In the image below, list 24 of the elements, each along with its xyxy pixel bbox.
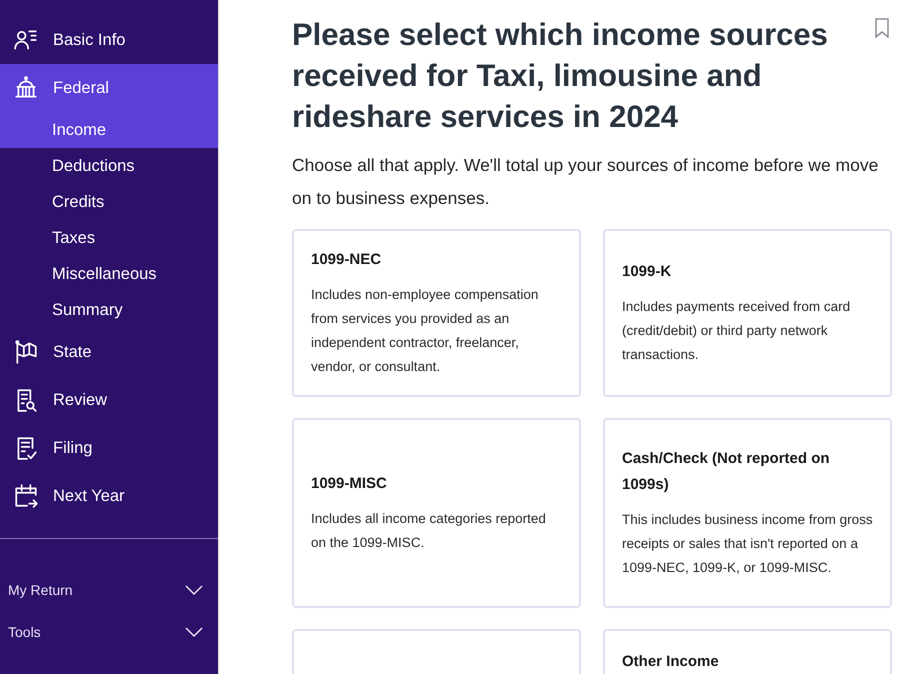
menu-toggle[interactable]: My Return (0, 569, 218, 611)
nav-item[interactable]: Review (0, 376, 218, 424)
option-card[interactable]: 1099-MISC Includes all income categories reported on the 1099-MISC. (292, 418, 581, 608)
option-card[interactable]: 1099-K Includes payments received from card (credit/debit) or third party network transactions. (603, 229, 892, 397)
nav-subitem[interactable]: Miscellaneous (0, 256, 218, 292)
nav-subitem[interactable]: Summary (0, 292, 218, 328)
nav-subitem[interactable]: Credits (0, 184, 218, 220)
option-card[interactable]: Cash/Check (Not reported on 1099s) This includes business income from gross receipts or sales that isn't reported on a 1099-NEC, 1099-K, or 1099-MISC. (603, 418, 892, 608)
nav-item[interactable]: State (0, 328, 218, 376)
flag-icon (13, 339, 39, 365)
nav-item[interactable]: Filing (0, 424, 218, 472)
page-title: Please select which income sources received for Taxi, limousine and rideshare services in 2024 (292, 16, 829, 136)
intro-text: Choose all that apply. We'll total up your sources of income before we move on to business expenses. (292, 154, 880, 210)
option-card[interactable]: 1099-NEC Includes non-employee compensation from services you provided as an independent contractor, freelancer, vendor, or consultant. (292, 229, 581, 397)
calendar-arrow-icon (13, 483, 39, 509)
menu-toggle[interactable]: Tools (0, 611, 218, 653)
nav-item[interactable]: Federal (0, 64, 218, 112)
bookmark-icon[interactable] (874, 18, 890, 38)
nav-item[interactable]: Next Year (0, 472, 218, 520)
nav-subitem[interactable]: Deductions (0, 148, 218, 184)
nav-subitem[interactable]: Taxes (0, 220, 218, 256)
nav-item[interactable]: Basic Info (0, 16, 218, 64)
nav-subitem[interactable]: Income (0, 112, 218, 148)
option-card[interactable]: Other Income (603, 629, 892, 674)
